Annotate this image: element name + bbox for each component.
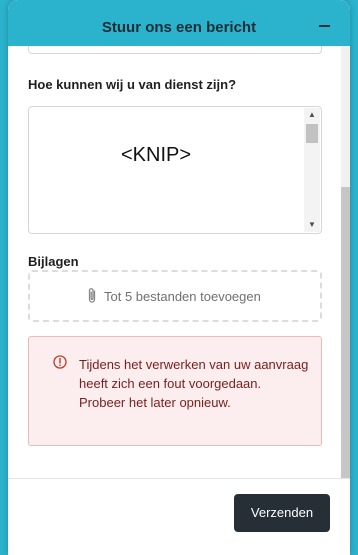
form-scroll-area[interactable]: Hoe kunnen wij u van dienst zijn? <KNIP>… — [8, 46, 341, 478]
message-widget: Stuur ons een bericht Hoe kunnen wij u v… — [8, 0, 350, 555]
attachments-dropzone[interactable]: Tot 5 bestanden toevoegen — [28, 270, 322, 322]
alert-circle-icon — [53, 355, 67, 369]
attachments-placeholder: Tot 5 bestanden toevoegen — [104, 289, 261, 304]
error-alert: Tijdens het verwerken van uw aanvraag he… — [28, 336, 322, 446]
scroll-up-arrow-icon[interactable]: ▲ — [307, 110, 317, 120]
error-message: Tijdens het verwerken van uw aanvraag he… — [79, 357, 309, 410]
form-scroll-thumb[interactable] — [341, 187, 350, 478]
minus-icon[interactable] — [318, 18, 332, 32]
widget-header: Stuur ons een bericht — [8, 0, 350, 46]
textarea-scrollbar[interactable]: ▲ ▼ — [304, 108, 320, 232]
send-button[interactable]: Verzenden — [234, 494, 330, 532]
textarea-scroll-thumb[interactable] — [306, 124, 318, 143]
message-textarea[interactable]: <KNIP> ▲ ▼ — [28, 106, 322, 234]
previous-field[interactable] — [28, 46, 322, 54]
message-value: <KNIP> — [121, 144, 192, 166]
attachments-label: Bijlagen — [28, 254, 79, 269]
paperclip-icon — [88, 288, 96, 303]
scroll-down-arrow-icon[interactable]: ▼ — [307, 220, 317, 230]
widget-footer: Verzenden — [8, 478, 350, 555]
form-scrollbar[interactable] — [341, 46, 350, 478]
widget-title: Stuur ons een bericht — [101, 19, 257, 36]
question-label: Hoe kunnen wij u van dienst zijn? — [28, 77, 237, 92]
